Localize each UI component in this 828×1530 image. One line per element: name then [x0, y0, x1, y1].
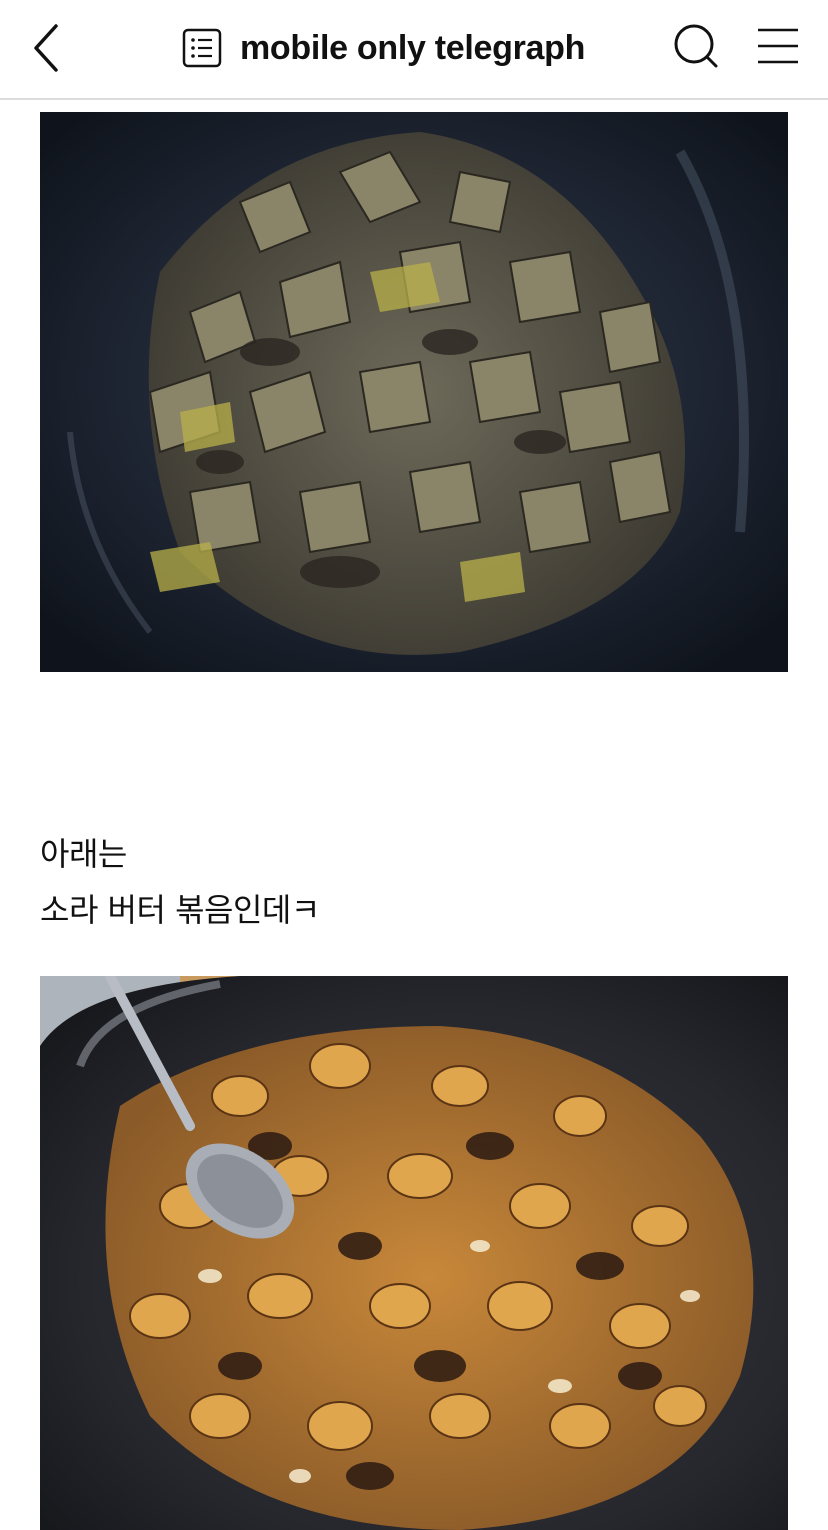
text-line: 아래는 — [40, 835, 127, 873]
back-button[interactable] — [30, 22, 70, 74]
post-image-conch-butter-stirfry — [40, 976, 788, 1530]
hamburger-menu-icon — [758, 28, 798, 64]
chevron-left-icon — [34, 24, 58, 72]
page-title: mobile only telegraph — [240, 28, 586, 67]
search-button[interactable] — [672, 22, 720, 70]
top-navigation-bar: mobile only telegraph — [0, 0, 828, 100]
page-title-group[interactable]: mobile only telegraph — [182, 26, 585, 70]
post-image-barnacles — [40, 112, 788, 672]
text-line: 소라 버터 볶음인데ㅋ — [40, 891, 320, 929]
search-icon — [674, 24, 718, 68]
list-document-icon — [182, 28, 222, 68]
post-text: 아래는 소라 버터 볶음인데ㅋ — [40, 826, 788, 938]
menu-button[interactable] — [756, 26, 800, 66]
